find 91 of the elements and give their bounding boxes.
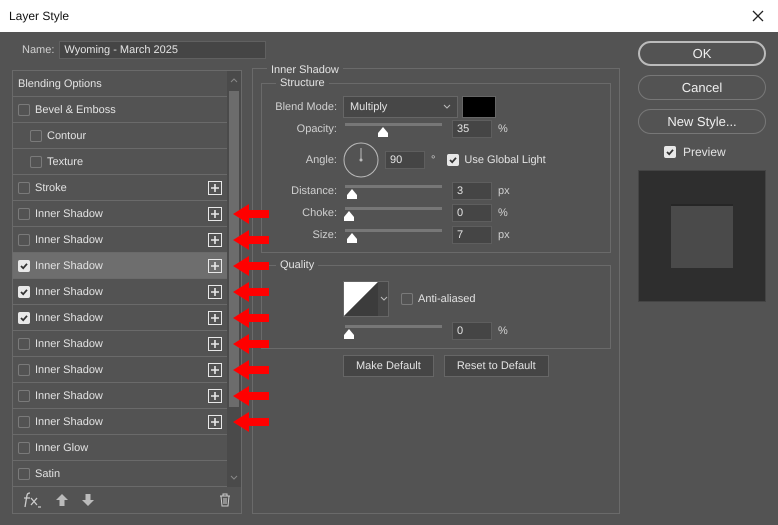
checkbox[interactable] xyxy=(30,156,42,168)
checkbox[interactable] xyxy=(18,364,30,376)
dialog-button[interactable]: OK xyxy=(638,41,766,66)
close-icon[interactable] xyxy=(752,10,764,22)
style-label: Bevel & Emboss xyxy=(35,104,117,116)
unit-label: % xyxy=(498,207,508,219)
add-icon[interactable] xyxy=(208,388,222,402)
style-label: Inner Shadow xyxy=(35,338,104,350)
field-label: Angle: xyxy=(304,154,338,166)
style-label: Inner Shadow xyxy=(35,312,104,324)
checkbox-label: Use Global Light xyxy=(464,154,546,166)
unit-label: px xyxy=(498,185,510,197)
style-label: Inner Shadow xyxy=(35,390,104,402)
contour-picker[interactable] xyxy=(343,281,389,317)
style-label: Contour xyxy=(47,130,88,142)
dialog-button[interactable]: New Style... xyxy=(638,109,766,134)
color-swatch[interactable] xyxy=(462,96,496,118)
group-title: Structure xyxy=(276,77,329,89)
value-field[interactable]: 0 xyxy=(452,322,492,340)
scrollbar[interactable] xyxy=(227,71,241,487)
add-icon[interactable] xyxy=(208,258,222,272)
dialog-button[interactable]: Cancel xyxy=(638,75,766,100)
style-list-item[interactable]: Texture xyxy=(13,149,227,175)
add-icon[interactable] xyxy=(208,232,222,246)
style-label: Inner Shadow xyxy=(35,208,104,220)
move-down-icon[interactable] xyxy=(81,493,95,507)
scroll-up-icon[interactable] xyxy=(230,77,238,83)
unit-label: px xyxy=(498,229,510,241)
value-field[interactable]: 7 xyxy=(452,226,492,244)
preview-label: Preview xyxy=(683,145,726,159)
checkbox[interactable] xyxy=(401,293,413,305)
add-icon[interactable] xyxy=(208,284,222,298)
add-icon[interactable] xyxy=(208,362,222,376)
style-list-item[interactable]: Inner Glow xyxy=(13,435,227,461)
field-label: Opacity: xyxy=(296,123,338,135)
checkbox[interactable] xyxy=(18,338,30,350)
style-label: Inner Glow xyxy=(35,442,90,454)
style-list-item[interactable]: Stroke xyxy=(13,175,227,201)
group-title: Inner Shadow xyxy=(267,64,343,76)
field-label: Distance: xyxy=(290,185,338,197)
style-label: Inner Shadow xyxy=(35,286,104,298)
checkbox[interactable] xyxy=(18,182,30,194)
style-label: Satin xyxy=(35,468,62,480)
angle-field[interactable]: 90 xyxy=(385,151,425,169)
field-label: Size: xyxy=(312,229,338,241)
checkbox[interactable] xyxy=(18,442,30,454)
name-label: Name: xyxy=(22,44,54,56)
checkbox[interactable] xyxy=(18,468,30,480)
window-title: Layer Style xyxy=(9,9,70,23)
scroll-down-icon[interactable] xyxy=(230,475,238,481)
add-icon[interactable] xyxy=(208,310,222,324)
style-label: Inner Shadow xyxy=(35,260,104,272)
blend-mode-dropdown[interactable]: Multiply xyxy=(343,96,458,118)
style-label: Inner Shadow xyxy=(35,234,104,246)
style-list-item[interactable]: Satin xyxy=(13,461,227,487)
checkbox-label: Anti-aliased xyxy=(418,293,476,305)
angle-dial[interactable] xyxy=(343,142,379,178)
default-button[interactable]: Make Default xyxy=(343,355,434,377)
group-title: Quality xyxy=(276,259,318,271)
value-field[interactable]: 35 xyxy=(452,120,492,138)
style-label: Blending Options xyxy=(18,78,103,90)
add-icon[interactable] xyxy=(208,414,222,428)
field-label: Blend Mode: xyxy=(274,101,338,113)
add-icon[interactable] xyxy=(208,180,222,194)
style-label: Texture xyxy=(47,156,84,168)
add-icon[interactable] xyxy=(208,336,222,350)
checkbox[interactable] xyxy=(30,130,42,142)
checkbox[interactable] xyxy=(18,416,30,428)
unit-label: % xyxy=(498,123,508,135)
style-label: Inner Shadow xyxy=(35,364,104,376)
add-icon[interactable] xyxy=(208,206,222,220)
default-button[interactable]: Reset to Default xyxy=(444,355,549,377)
checkbox[interactable] xyxy=(18,390,30,402)
style-list-item[interactable]: Bevel & Emboss xyxy=(13,97,227,123)
checkbox[interactable] xyxy=(18,234,30,246)
checkbox[interactable] xyxy=(18,104,30,116)
style-label: Inner Shadow xyxy=(35,416,104,428)
style-list-item[interactable]: Contour xyxy=(13,123,227,149)
chevron-down-icon xyxy=(380,296,388,302)
field-label: Choke: xyxy=(301,207,338,219)
value-field[interactable]: 3 xyxy=(452,182,492,200)
chevron-down-icon xyxy=(443,104,451,110)
unit-label: % xyxy=(498,325,508,337)
move-up-icon[interactable] xyxy=(55,493,69,507)
style-label: Stroke xyxy=(35,182,68,194)
trash-icon[interactable] xyxy=(219,493,231,507)
name-field[interactable]: Wyoming - March 2025 xyxy=(59,41,266,59)
fx-icon[interactable] xyxy=(21,491,43,509)
unit-label: ° xyxy=(431,154,436,166)
value-field[interactable]: 0 xyxy=(452,204,492,222)
checkbox[interactable] xyxy=(18,208,30,220)
